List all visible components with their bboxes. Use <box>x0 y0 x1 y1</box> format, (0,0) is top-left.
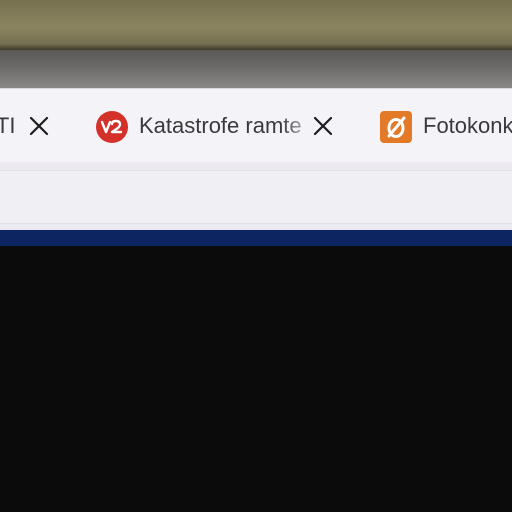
desktop-background <box>0 0 512 50</box>
address-bar-area <box>0 162 512 230</box>
tab-2-close-button[interactable] <box>310 113 336 139</box>
tab-bar: NTI Katastrofe ramte <box>0 88 512 163</box>
window-frame <box>0 50 512 90</box>
tv2-icon <box>96 111 128 143</box>
tab-3-title: Fotokonk <box>423 113 512 138</box>
tab-3[interactable]: Fotokonk <box>378 89 512 163</box>
close-icon <box>29 116 49 136</box>
site-header-stripe <box>0 230 512 246</box>
tab-1-close-button[interactable] <box>26 113 52 139</box>
address-bar[interactable] <box>0 170 512 224</box>
tab-2-title: Katastrofe ramte <box>139 113 302 138</box>
oe-logo-icon <box>380 111 412 143</box>
tab-1[interactable]: NTI <box>0 89 70 163</box>
close-icon <box>313 116 333 136</box>
page-content <box>0 246 512 512</box>
tab-2[interactable]: Katastrofe ramte <box>94 89 344 163</box>
